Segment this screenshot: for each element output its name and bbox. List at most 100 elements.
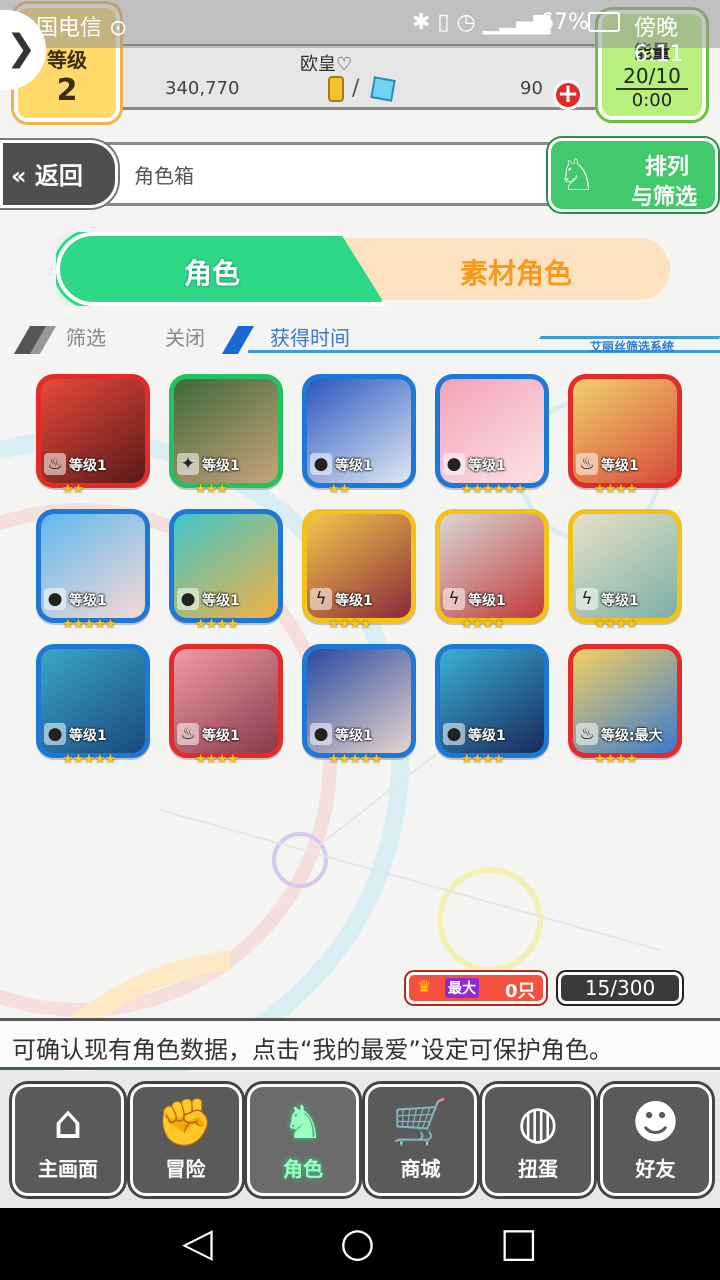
character-card[interactable]: ✦ 等级1 — [169, 374, 283, 488]
water-element-icon: ● — [44, 588, 66, 610]
sort-filter-button[interactable]: ♘ 排列 与筛选 — [548, 138, 718, 212]
character-card[interactable]: ϟ 等级1 — [435, 509, 549, 623]
nav-adventure-button[interactable]: ✊ 冒险 — [129, 1084, 242, 1196]
crown-icon: ♛ — [417, 977, 432, 996]
rarity-stars: ★★★★ — [195, 752, 239, 767]
nav-character-button[interactable]: ♞ 角色 — [247, 1084, 359, 1196]
nav-friends-button[interactable]: ☻ 好友 — [599, 1084, 712, 1196]
rarity-stars: ★★★★ — [461, 617, 505, 632]
character-level: 等级1 — [468, 458, 506, 474]
character-level: 等级1 — [69, 458, 107, 474]
character-level: 等级1 — [468, 593, 506, 609]
nav-shop-label: 商城 — [400, 1157, 441, 1181]
friends-icon: ☻ — [631, 1095, 680, 1149]
character-icon: ♞ — [282, 1095, 324, 1149]
wind-element-icon: ✦ — [177, 453, 199, 475]
sort-button-line1: 排列 — [645, 155, 690, 180]
character-level: 等级1 — [202, 593, 240, 609]
sort-order-value[interactable]: 获得时间 — [270, 322, 350, 351]
android-back-icon[interactable]: ◁ — [182, 1220, 213, 1266]
nav-adventure-label: 冒险 — [165, 1157, 206, 1181]
rarity-stars: ★★★★★ — [62, 752, 116, 767]
rarity-stars: ★★★★★ — [328, 752, 382, 767]
thunder-element-icon: ϟ — [443, 588, 465, 610]
fire-element-icon: ♨ — [44, 453, 66, 475]
tab-material-characters-label[interactable]: 素材角色 — [460, 252, 572, 292]
energy-timer: 0:00 — [631, 90, 673, 111]
max-label: 最大 — [445, 978, 479, 998]
character-card[interactable]: ϟ 等级1 — [568, 509, 682, 623]
battery-label: 67% — [540, 10, 589, 35]
gem-icon — [370, 76, 396, 102]
filter-value[interactable]: 关闭 — [165, 322, 205, 351]
character-card[interactable]: ● 等级1 — [302, 644, 416, 758]
android-nav-bar: ◁ ○ □ — [0, 1208, 720, 1280]
character-card[interactable]: ♨ 等级:最大 — [568, 644, 682, 758]
character-level: 等级1 — [468, 728, 506, 744]
character-card[interactable]: ● 等级1 — [36, 644, 150, 758]
rarity-stars: ★★★★ — [328, 617, 372, 632]
android-recent-icon[interactable]: □ — [500, 1220, 538, 1266]
adventure-icon: ✊ — [156, 1095, 215, 1149]
nav-character-label: 角色 — [283, 1157, 323, 1181]
character-card[interactable]: ● 等级1 — [435, 374, 549, 488]
water-element-icon: ● — [310, 723, 332, 745]
nav-gacha-button[interactable]: ◍ 扭蛋 — [482, 1084, 594, 1196]
character-level: 等级:最大 — [601, 728, 663, 744]
character-card[interactable]: ♨ 等级1 — [568, 374, 682, 488]
tab-characters-label[interactable]: 角色 — [184, 252, 240, 292]
water-element-icon: ● — [310, 453, 332, 475]
nav-gacha-label: 扭蛋 — [518, 1157, 558, 1181]
rarity-stars: ★★★★★★ — [461, 482, 526, 497]
character-level: 等级1 — [335, 458, 373, 474]
username: 欧皇♡ — [300, 54, 353, 75]
character-card[interactable]: ϟ 等级1 — [302, 509, 416, 623]
nav-shop-button[interactable]: 🛒 商城 — [364, 1084, 477, 1196]
rarity-stars: ★★★★★ — [62, 617, 116, 632]
back-button[interactable]: « 返回 — [0, 140, 118, 208]
rarity-stars: ★★★★ — [195, 617, 239, 632]
double-chevron-left-icon: « — [11, 162, 27, 190]
character-level: 等级1 — [69, 593, 107, 609]
character-card[interactable]: ♨ 等级1 — [169, 644, 283, 758]
battery-icon — [588, 12, 620, 32]
rarity-stars: ★★ — [62, 482, 84, 497]
nav-home-label: 主画面 — [38, 1157, 98, 1181]
water-element-icon: ● — [443, 723, 465, 745]
favorite-count-badge: ♛ 最大 0只 — [406, 972, 546, 1004]
nav-home-button[interactable]: ⌂ 主画面 — [12, 1084, 124, 1196]
character-card[interactable]: ● 等级1 — [435, 644, 549, 758]
character-card[interactable]: ● 等级1 — [169, 509, 283, 623]
max-value: 0只 — [505, 981, 536, 1002]
character-card[interactable]: ● 等级1 — [302, 374, 416, 488]
character-card[interactable]: ● 等级1 — [36, 509, 150, 623]
shop-icon: 🛒 — [391, 1095, 450, 1149]
clock-label: 傍晚6:11 — [634, 16, 684, 67]
gem-amount: 90 — [520, 78, 543, 99]
water-element-icon: ● — [443, 453, 465, 475]
gold-icon — [328, 76, 344, 102]
back-button-label: 返回 — [34, 162, 83, 190]
character-level: 等级1 — [601, 458, 639, 474]
character-level: 等级1 — [335, 728, 373, 744]
character-level: 等级1 — [335, 593, 373, 609]
home-icon: ⌂ — [53, 1095, 83, 1149]
android-home-icon[interactable]: ○ — [340, 1220, 375, 1266]
status-bar: 中国电信 ⊙ ✱ ▯ ◷ ▁▂▄▆ 67% 傍晚6:11 — [0, 0, 720, 67]
water-element-icon: ● — [177, 588, 199, 610]
fire-element-icon: ♨ — [576, 453, 598, 475]
rabbit-icon: ♘ — [557, 150, 597, 201]
character-card[interactable]: ♨ 等级1 — [36, 374, 150, 488]
nav-friends-label: 好友 — [635, 1157, 676, 1181]
gacha-icon: ◍ — [517, 1095, 559, 1149]
buy-gems-button[interactable]: + — [553, 80, 583, 110]
character-level: 等级1 — [202, 458, 240, 474]
thunder-element-icon: ϟ — [310, 588, 332, 610]
page-title: 角色箱 — [134, 164, 194, 188]
rarity-stars: ★★★★ — [594, 752, 638, 767]
filter-label[interactable]: 筛选 — [66, 322, 106, 351]
rarity-stars: ★★★★ — [594, 482, 638, 497]
gold-amount: 340,770 — [165, 78, 240, 99]
status-icons: ✱ ▯ ◷ ▁▂▄▆ — [412, 10, 551, 35]
energy-value: 20/10 — [616, 64, 688, 90]
